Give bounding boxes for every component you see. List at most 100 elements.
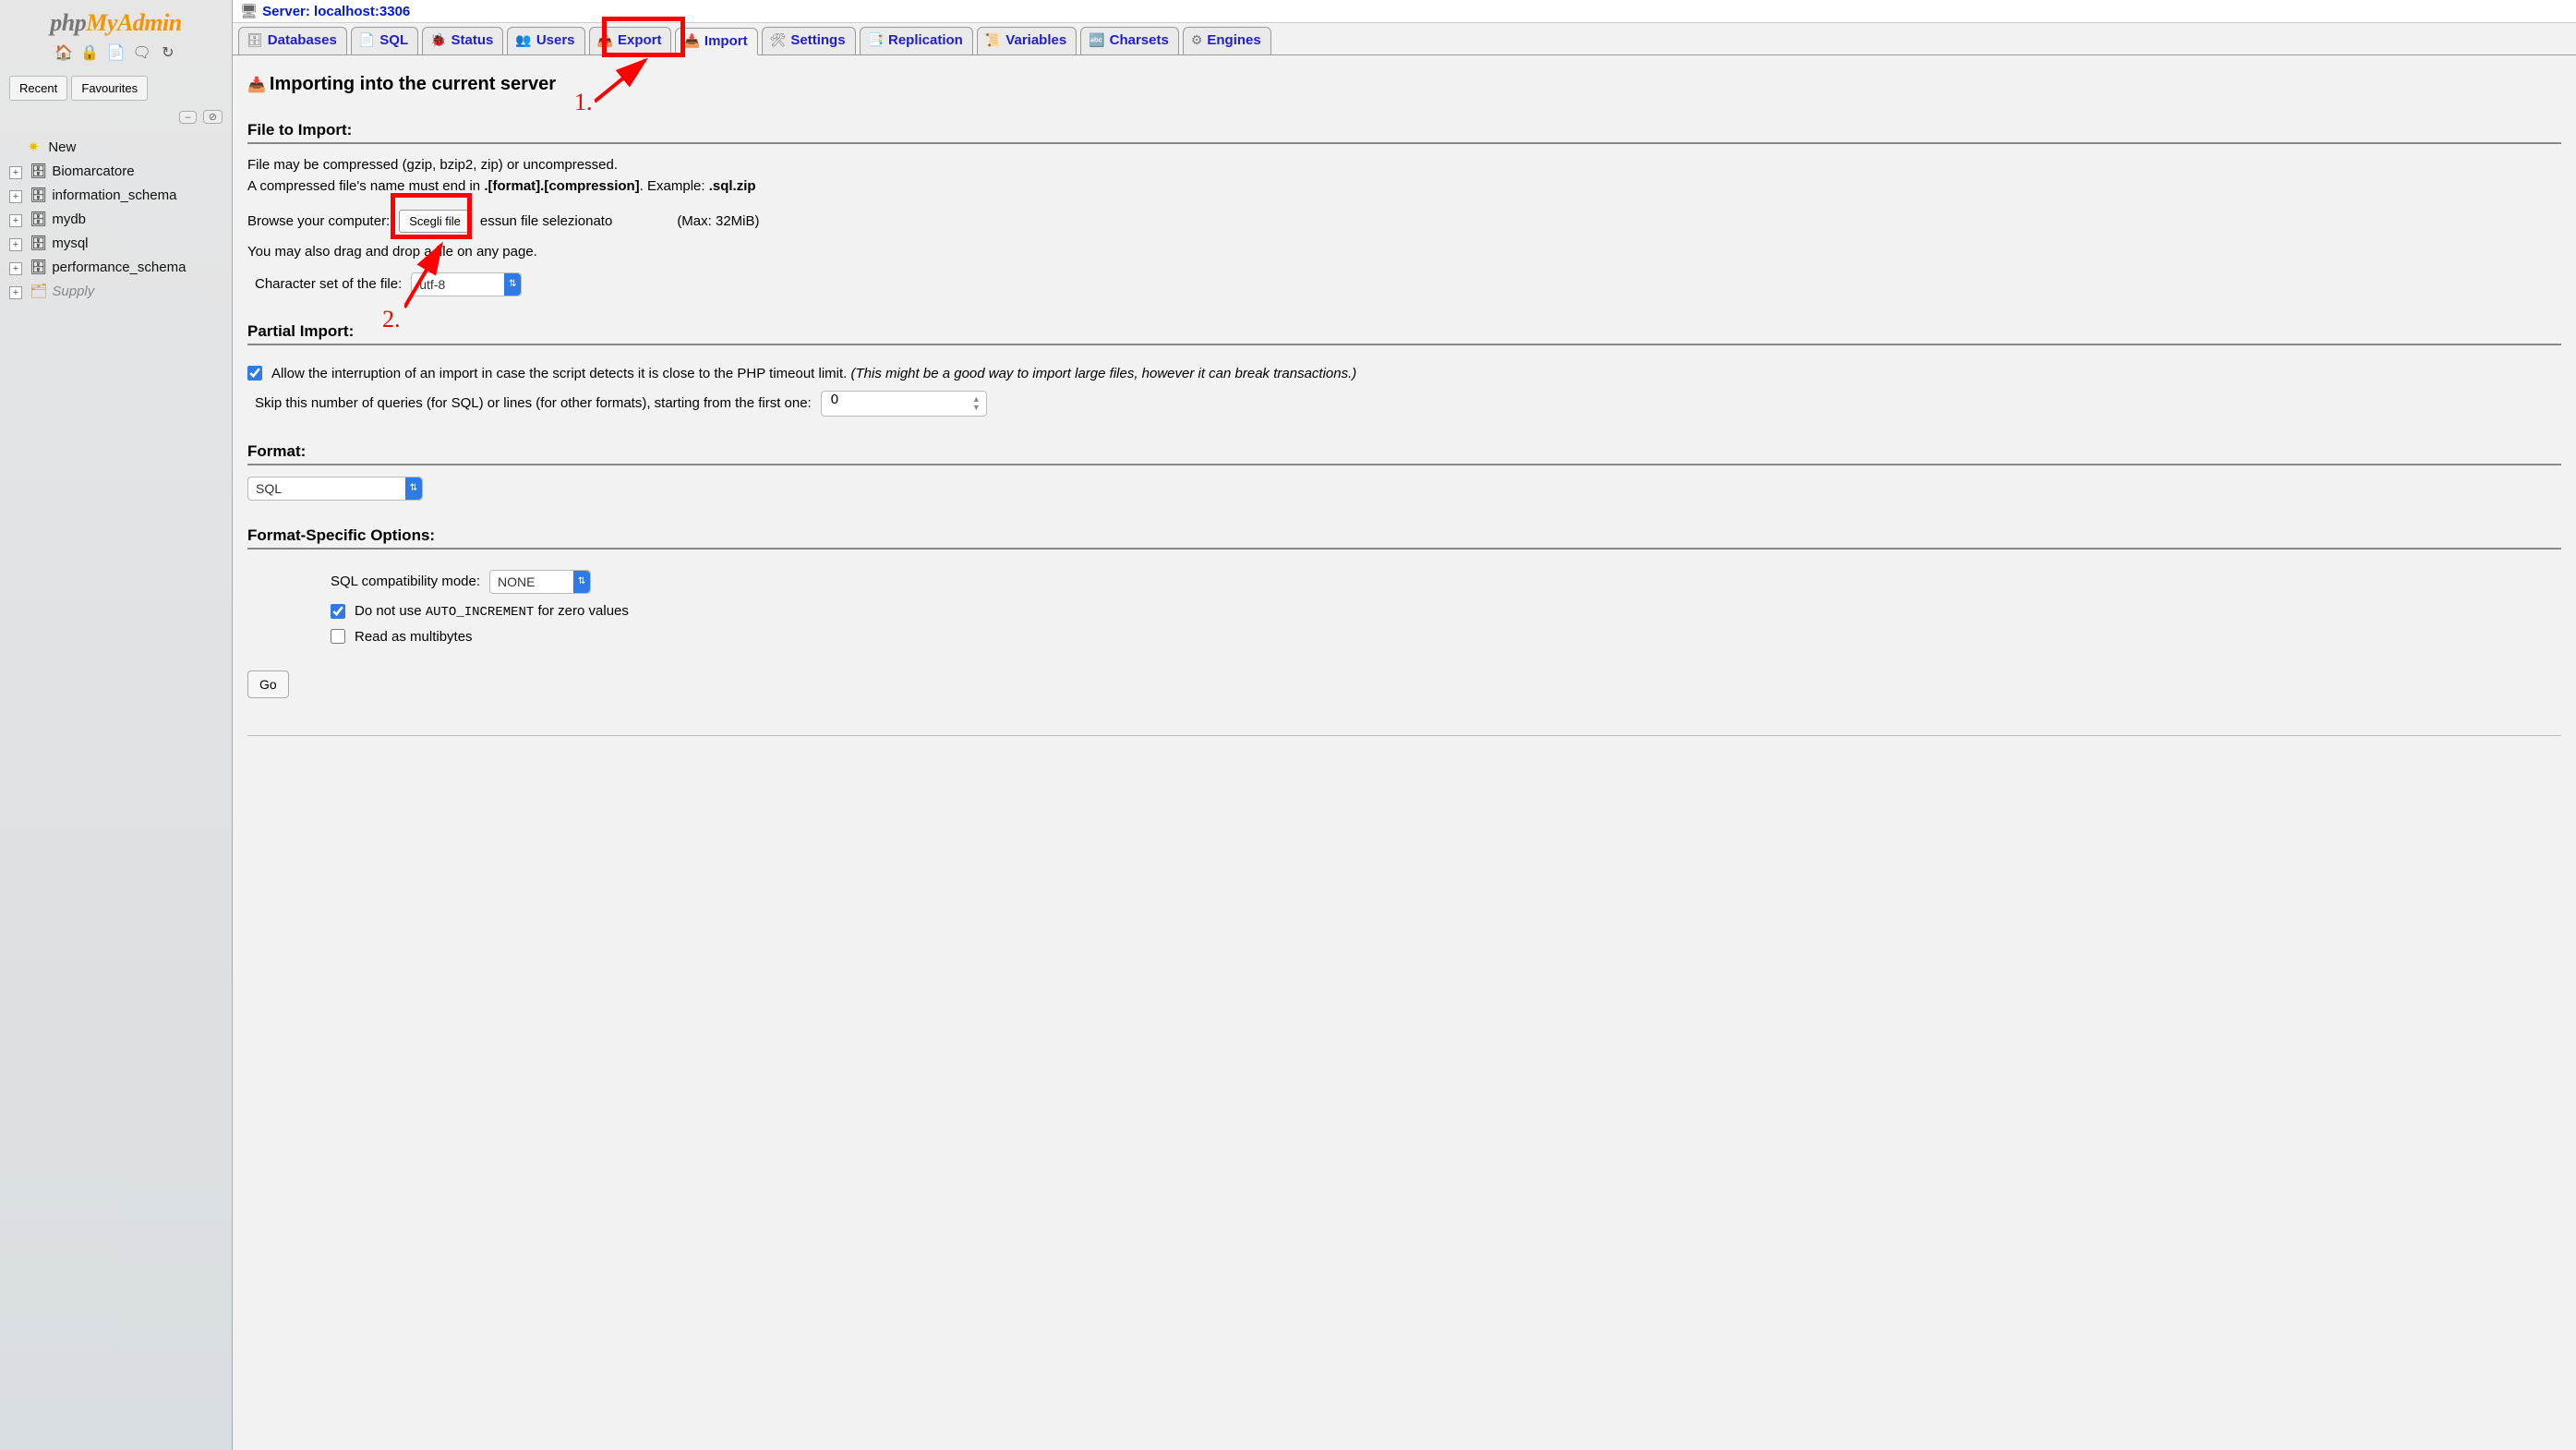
section-file-import: File to Import: File may be compressed (… <box>247 121 2561 296</box>
export-icon: 📤 <box>597 32 613 48</box>
collapse-minus-icon[interactable]: – <box>179 111 196 124</box>
server-icon: 🖥 <box>240 3 257 19</box>
allow-interrupt-checkbox[interactable] <box>247 366 262 381</box>
db-icon: 🗄 <box>30 259 44 275</box>
auto-increment-checkbox[interactable] <box>331 604 345 619</box>
server-label: Server: localhost:3306 <box>262 4 410 19</box>
file-import-desc: File may be compressed (gzip, bzip2, zip… <box>247 155 2561 197</box>
db-icon: 🗄 <box>30 211 44 227</box>
expand-icon[interactable]: + <box>9 214 22 227</box>
tab-engines[interactable]: ⚙Engines <box>1183 27 1271 54</box>
refresh-icon[interactable]: ↻ <box>159 44 177 63</box>
compat-select[interactable]: NONE ⇅ <box>489 570 591 594</box>
section-head-options: Format-Specific Options: <box>247 526 2561 545</box>
tree-item-new[interactable]: ✷ New <box>9 135 232 159</box>
tab-variables[interactable]: 📜Variables <box>977 27 1077 54</box>
select-arrows-icon: ⇅ <box>573 571 590 593</box>
auto-increment-label: Do not use AUTO_INCREMENT for zero value… <box>355 603 629 620</box>
select-arrows-icon: ⇅ <box>504 273 521 296</box>
max-size-label: (Max: 32MiB) <box>677 213 759 229</box>
logout-icon[interactable]: 🔒 <box>80 44 99 63</box>
page-title: 📥Importing into the current server <box>247 74 2561 95</box>
favourites-button[interactable]: Favourites <box>71 76 148 101</box>
settings-icon: 🛠 <box>770 32 787 48</box>
tree-item-performance-schema[interactable]: + 🗄 performance_schema <box>9 255 232 279</box>
logo-my: My <box>86 9 117 36</box>
server-bar[interactable]: 🖥 Server: localhost:3306 <box>233 0 2576 23</box>
home-icon[interactable]: 🏠 <box>54 44 73 63</box>
engines-icon: ⚙ <box>1191 32 1203 48</box>
stepper-icon[interactable]: ▲▼ <box>972 395 981 412</box>
allow-interrupt-note: (This might be a good way to import larg… <box>851 366 1357 381</box>
footer-divider <box>247 735 2561 736</box>
charset-select[interactable]: utf-8 ⇅ <box>411 272 522 296</box>
drag-drop-note: You may also drag and drop a file on any… <box>247 242 2561 263</box>
section-format-options: Format-Specific Options: SQL compatibili… <box>247 526 2561 645</box>
expand-icon[interactable]: + <box>9 166 22 179</box>
skip-number-input[interactable]: 0 ▲▼ <box>821 391 987 417</box>
tab-replication[interactable]: 📑Replication <box>860 27 973 54</box>
variables-icon: 📜 <box>985 32 1001 48</box>
top-tabs: 🗄Databases 📄SQL 🐞Status 👥Users 📤Export 📥… <box>233 23 2576 55</box>
section-head-file-import: File to Import: <box>247 121 2561 139</box>
db-icon: 🗂 <box>30 283 44 299</box>
status-icon: 🐞 <box>430 32 446 48</box>
docs-icon[interactable]: 📄 <box>107 44 126 63</box>
section-head-partial: Partial Import: <box>247 322 2561 341</box>
section-head-format: Format: <box>247 442 2561 461</box>
compat-label: SQL compatibility mode: <box>331 574 480 589</box>
sidebar: phpMyAdmin 🏠 🔒 📄 🗨 ↻ Recent Favourites –… <box>0 0 233 1450</box>
new-db-icon: ✷ <box>26 139 41 155</box>
no-file-selected: essun file selezionato <box>480 213 612 229</box>
db-icon: 🗄 <box>30 187 44 203</box>
query-icon[interactable]: 🗨 <box>133 44 151 63</box>
format-select[interactable]: SQL ⇅ <box>247 477 423 501</box>
sidebar-tab-buttons: Recent Favourites <box>0 72 232 104</box>
logo-admin: Admin <box>117 9 182 36</box>
tree-item-information-schema[interactable]: + 🗄 information_schema <box>9 183 232 207</box>
tab-import[interactable]: 📥Import <box>675 28 757 55</box>
tree-item-biomarcatore[interactable]: + 🗄 Biomarcatore <box>9 159 232 183</box>
tab-settings[interactable]: 🛠Settings <box>762 27 856 54</box>
import-icon: 📥 <box>683 33 699 49</box>
tab-databases[interactable]: 🗄Databases <box>238 27 347 54</box>
multibytes-label: Read as multibytes <box>355 629 473 645</box>
content: 1. 📥Importing into the current server Fi… <box>233 55 2576 764</box>
sql-icon: 📄 <box>359 32 375 48</box>
databases-icon: 🗄 <box>247 32 263 48</box>
tab-status[interactable]: 🐞Status <box>422 27 503 54</box>
db-tree: ✷ New + 🗄 Biomarcatore + 🗄 information_s… <box>0 129 232 303</box>
users-icon: 👥 <box>515 32 531 48</box>
replication-icon: 📑 <box>868 32 884 48</box>
tab-users[interactable]: 👥Users <box>507 27 584 54</box>
phpmyadmin-logo: phpMyAdmin <box>0 0 232 41</box>
multibytes-checkbox[interactable] <box>331 629 345 644</box>
tree-item-supply[interactable]: + 🗂 Supply <box>9 279 232 303</box>
tab-export[interactable]: 📤Export <box>589 27 672 54</box>
sidebar-collapse-row: – ⊘ <box>0 104 232 129</box>
tree-item-mydb[interactable]: + 🗄 mydb <box>9 207 232 231</box>
allow-interrupt-label: Allow the interruption of an import in c… <box>271 366 851 381</box>
collapse-link-icon[interactable]: ⊘ <box>203 110 223 124</box>
choose-file-button[interactable]: Scegli file <box>399 210 471 233</box>
charset-label: Character set of the file: <box>255 276 402 292</box>
section-partial-import: Partial Import: Allow the interruption o… <box>247 322 2561 417</box>
section-format: Format: SQL ⇅ <box>247 442 2561 501</box>
sidebar-icon-row: 🏠 🔒 📄 🗨 ↻ <box>0 41 232 72</box>
recent-button[interactable]: Recent <box>9 76 67 101</box>
tab-sql[interactable]: 📄SQL <box>351 27 418 54</box>
go-button[interactable]: Go <box>247 671 289 698</box>
tree-item-mysql[interactable]: + 🗄 mysql <box>9 231 232 255</box>
browse-label: Browse your computer: <box>247 213 390 229</box>
skip-label: Skip this number of queries (for SQL) or… <box>255 395 812 411</box>
main-panel: 🖥 Server: localhost:3306 🗄Databases 📄SQL… <box>233 0 2576 1450</box>
expand-icon[interactable]: + <box>9 262 22 275</box>
charsets-icon: 🔤 <box>1089 32 1104 48</box>
expand-icon[interactable]: + <box>9 238 22 251</box>
tab-charsets[interactable]: 🔤Charsets <box>1080 27 1179 54</box>
expand-icon[interactable]: + <box>9 190 22 203</box>
select-arrows-icon: ⇅ <box>405 477 422 500</box>
logo-php: php <box>50 9 86 36</box>
expand-icon[interactable]: + <box>9 286 22 299</box>
import-icon: 📥 <box>247 78 266 93</box>
